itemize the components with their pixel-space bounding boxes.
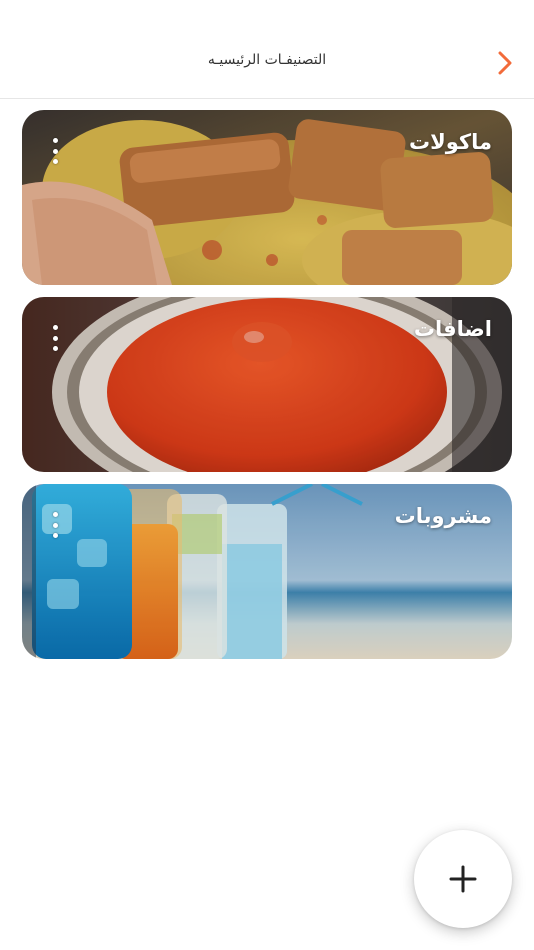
app-screen: التصنيفـات الرئيسيـه ماكولات اضافات مشرو…: [0, 0, 534, 950]
category-title: ماكولات: [408, 130, 492, 154]
more-vertical-icon[interactable]: [46, 325, 64, 351]
add-category-button[interactable]: [414, 830, 512, 928]
category-title: اضافات: [413, 317, 492, 341]
back-button[interactable]: [492, 48, 518, 78]
category-title: مشروبات: [394, 504, 492, 528]
page-title: التصنيفـات الرئيسيـه: [207, 52, 327, 68]
category-card-food[interactable]: ماكولات: [22, 110, 512, 285]
more-vertical-icon[interactable]: [46, 512, 64, 538]
plus-icon: [449, 865, 477, 893]
category-card-additions[interactable]: اضافات: [22, 297, 512, 472]
app-header: التصنيفـات الرئيسيـه: [0, 0, 534, 99]
category-list: ماكولات اضافات مشروبات: [22, 110, 512, 671]
more-vertical-icon[interactable]: [46, 138, 64, 164]
chevron-right-icon: [498, 51, 512, 75]
category-card-drinks[interactable]: مشروبات: [22, 484, 512, 659]
